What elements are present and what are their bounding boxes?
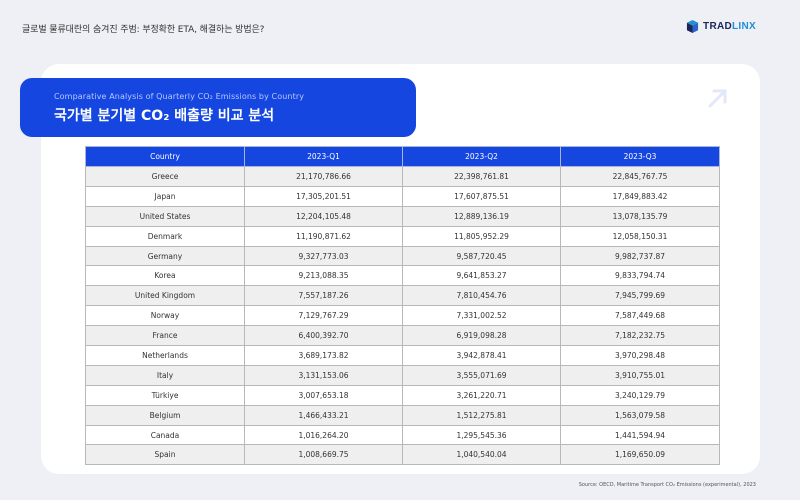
emission-value-cell: 9,587,720.45 <box>402 245 561 267</box>
emission-value-cell: 12,204,105.48 <box>244 205 403 227</box>
country-cell: Korea <box>85 265 245 287</box>
emission-value-cell: 3,689,173.82 <box>244 345 403 366</box>
emission-value-cell: 1,008,669.75 <box>244 444 403 466</box>
emission-value-cell: 9,213,088.35 <box>244 265 403 287</box>
table-row: Spain 1,008,669.75 1,040,540.04 1,169,650.0… <box>85 444 720 466</box>
table-row: Greece 21,170,786.66 22,398,761.81 22,845,7… <box>85 166 720 187</box>
emission-value-cell: 13,078,135.79 <box>560 205 720 227</box>
country-cell: France <box>85 325 245 347</box>
table-row: Italy 3,131,153.06 3,555,071.69 3,910,755.0… <box>85 364 720 386</box>
emission-value-cell: 11,805,952.29 <box>402 225 561 247</box>
column-header: Country <box>85 146 245 167</box>
emission-value-cell: 1,169,650.09 <box>560 444 720 466</box>
emission-value-cell: 1,040,540.04 <box>402 444 561 466</box>
emission-value-cell: 3,007,653.18 <box>244 384 403 406</box>
country-cell: Netherlands <box>85 345 245 366</box>
country-cell: Canada <box>85 424 245 446</box>
table-row: France 6,400,392.70 6,919,098.28 7,182,232.… <box>85 325 720 347</box>
country-cell: Greece <box>85 166 245 187</box>
emission-value-cell: 21,170,786.66 <box>244 166 403 187</box>
emission-value-cell: 3,910,755.01 <box>560 364 720 386</box>
emission-value-cell: 3,970,298.48 <box>560 345 720 366</box>
country-cell: United States <box>85 205 245 227</box>
emission-value-cell: 7,810,454.76 <box>402 285 561 307</box>
emission-value-cell: 17,849,883.42 <box>560 185 720 207</box>
table-row: Netherlands 3,689,173.82 3,942,878.41 3,970… <box>85 345 720 366</box>
emission-value-cell: 9,833,794.74 <box>560 265 720 287</box>
emission-value-cell: 6,400,392.70 <box>244 325 403 347</box>
emission-value-cell: 9,327,773.03 <box>244 245 403 267</box>
table-row: Denmark 11,190,871.62 11,805,952.29 12,058,… <box>85 225 720 247</box>
table-row: Norway 7,129,767.29 7,331,002.52 7,587,449.… <box>85 305 720 327</box>
emission-value-cell: 3,261,220.71 <box>402 384 561 406</box>
table-row: United States 12,204,105.48 12,889,136.19 1… <box>85 205 720 227</box>
emission-value-cell: 1,512,275.81 <box>402 404 561 426</box>
emission-value-cell: 22,845,767.75 <box>560 166 720 187</box>
emission-value-cell: 1,466,433.21 <box>244 404 403 426</box>
country-cell: United Kingdom <box>85 285 245 307</box>
emission-value-cell: 11,190,871.62 <box>244 225 403 247</box>
emission-value-cell: 9,641,853.27 <box>402 265 561 287</box>
emission-value-cell: 7,331,002.52 <box>402 305 561 327</box>
emission-value-cell: 3,131,153.06 <box>244 364 403 386</box>
emission-value-cell: 22,398,761.81 <box>402 166 561 187</box>
table-row: Korea 9,213,088.35 9,641,853.27 9,833,794.7… <box>85 265 720 287</box>
column-header: 2023-Q3 <box>560 146 720 167</box>
tradlinx-logo-icon <box>686 20 699 33</box>
table-row: Germany 9,327,773.03 9,587,720.45 9,982,737… <box>85 245 720 267</box>
emission-value-cell: 1,563,079.58 <box>560 404 720 426</box>
emission-value-cell: 7,182,232.75 <box>560 325 720 347</box>
country-cell: Japan <box>85 185 245 207</box>
emission-value-cell: 7,557,187.26 <box>244 285 403 307</box>
emission-value-cell: 3,942,878.41 <box>402 345 561 366</box>
emissions-table: Country 2023-Q1 2023-Q2 2023-Q3 Greece 21,17… <box>85 146 720 466</box>
source-note: Source: OECD, Maritime Transport CO₂ Emi… <box>578 482 756 488</box>
emission-value-cell: 17,607,875.51 <box>402 185 561 207</box>
title-banner: Comparative Analysis of Quarterly CO₂ Em… <box>20 78 416 137</box>
column-header: 2023-Q1 <box>244 146 403 167</box>
tradlinx-logo: TRADLINX <box>686 20 756 33</box>
emission-value-cell: 9,982,737.87 <box>560 245 720 267</box>
table-row: Türkiye 3,007,653.18 3,261,220.71 3,240,129… <box>85 384 720 406</box>
table-row: Belgium 1,466,433.21 1,512,275.81 1,563,079… <box>85 404 720 426</box>
table-row: Canada 1,016,264.20 1,295,545.36 1,441,594.… <box>85 424 720 446</box>
country-cell: Denmark <box>85 225 245 247</box>
country-cell: Norway <box>85 305 245 327</box>
emission-value-cell: 6,919,098.28 <box>402 325 561 347</box>
banner-title: 국가별 분기별 CO₂ 배출량 비교 분석 <box>54 108 275 124</box>
table-header-row: Country 2023-Q1 2023-Q2 2023-Q3 <box>85 146 720 167</box>
arrow-up-right-icon <box>708 89 727 108</box>
country-cell: Germany <box>85 245 245 267</box>
country-cell: Spain <box>85 444 245 466</box>
country-cell: Italy <box>85 364 245 386</box>
emission-value-cell: 3,240,129.79 <box>560 384 720 406</box>
table-row: Japan 17,305,201.51 17,607,875.51 17,849,88… <box>85 185 720 207</box>
emission-value-cell: 3,555,071.69 <box>402 364 561 386</box>
emission-value-cell: 7,587,449.68 <box>560 305 720 327</box>
column-header: 2023-Q2 <box>402 146 561 167</box>
country-cell: Türkiye <box>85 384 245 406</box>
emission-value-cell: 7,129,767.29 <box>244 305 403 327</box>
banner-subtitle: Comparative Analysis of Quarterly CO₂ Em… <box>54 92 305 101</box>
logo-text: TRADLINX <box>703 21 756 32</box>
emission-value-cell: 1,016,264.20 <box>244 424 403 446</box>
emission-value-cell: 1,441,594.94 <box>560 424 720 446</box>
emission-value-cell: 12,889,136.19 <box>402 205 561 227</box>
emission-value-cell: 1,295,545.36 <box>402 424 561 446</box>
country-cell: Belgium <box>85 404 245 426</box>
emission-value-cell: 7,945,799.69 <box>560 285 720 307</box>
emission-value-cell: 12,058,150.31 <box>560 225 720 247</box>
emission-value-cell: 17,305,201.51 <box>244 185 403 207</box>
page-title: 글로벌 물류대란의 숨겨진 주범: 부정확한 ETA, 해결하는 방법은? <box>22 25 265 35</box>
table-row: United Kingdom 7,557,187.26 7,810,454.76 7,… <box>85 285 720 307</box>
